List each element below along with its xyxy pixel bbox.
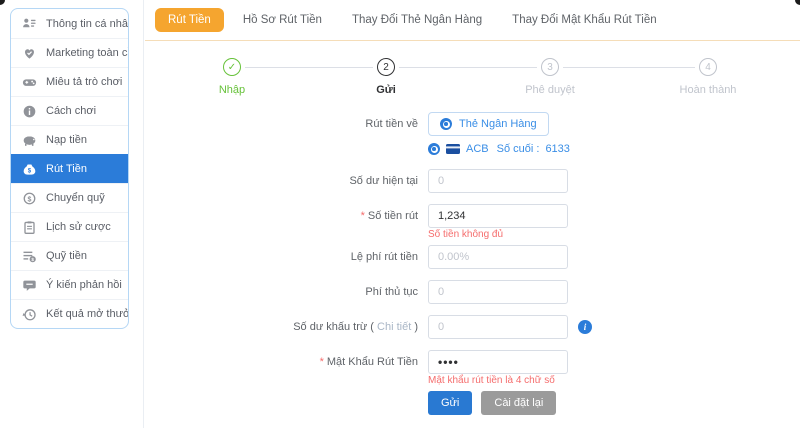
bank-name: ACB <box>466 143 489 155</box>
sidebar-item-withdraw[interactable]: $ Rút Tiền <box>11 154 128 183</box>
tab-change-withdraw-password[interactable]: Thay Đổi Mật Khẩu Rút Tiền <box>497 8 671 32</box>
sidebar-item-label: Lịch sử cược <box>46 221 111 233</box>
dollar-circle-icon: $ <box>22 191 37 206</box>
withdraw-fee-label: Lệ phí rút tiền <box>145 245 428 269</box>
money-bag-icon: $ <box>22 162 37 177</box>
withdraw-password-label: Mật Khẩu Rút Tiền <box>327 356 418 368</box>
sidebar-item-label: Ý kiến phản hồi <box>46 279 122 291</box>
withdraw-form: Rút tiền về Thẻ Ngân Hàng ACB Số cuối : … <box>145 112 800 415</box>
step-circle-input: ✓ <box>223 58 241 76</box>
step-circle-complete: 4 <box>699 58 717 76</box>
withdraw-password-input[interactable] <box>428 350 568 374</box>
current-balance-label: Số dư hiện tại <box>145 169 428 193</box>
sidebar-item-deposit[interactable]: Nạp tiền <box>11 125 128 154</box>
bank-card-icon <box>446 144 460 154</box>
required-mark: * <box>320 356 324 368</box>
radio-selected-icon <box>440 118 452 130</box>
step-label-approve: Phê duyệt <box>485 84 615 96</box>
info-circle-icon <box>22 104 37 119</box>
withdraw-amount-input[interactable] <box>428 204 568 228</box>
step-label-complete: Hoàn thành <box>643 84 773 96</box>
required-mark: * <box>361 210 365 222</box>
bank-last-digits-label: Số cuối : <box>497 143 540 155</box>
sidebar-item-label: Marketing toàn cầu <box>46 47 129 59</box>
sidebar-item-global-marketing[interactable]: Marketing toàn cầu <box>11 38 128 67</box>
main-content: Rút Tiền Hồ Sơ Rút Tiền Thay Đổi Thẻ Ngâ… <box>145 0 800 428</box>
sidebar-item-label: Cách chơi <box>46 105 96 117</box>
sidebar-item-game-description[interactable]: Miêu tả trò chơi <box>11 67 128 96</box>
submit-button[interactable]: Gửi <box>428 391 472 415</box>
step-label-input: Nhập <box>167 84 297 96</box>
sidebar-item-label: Thông tin cá nhân <box>46 18 129 30</box>
svg-text:$: $ <box>28 196 32 203</box>
step-connector <box>399 67 537 68</box>
withdraw-fee-row: Lệ phí rút tiền <box>145 245 800 269</box>
piggy-bank-icon <box>22 133 37 148</box>
deducted-balance-label-suffix: ) <box>414 321 418 333</box>
withdraw-to-row: Rút tiền về Thẻ Ngân Hàng <box>145 112 800 136</box>
step-circle-approve: 3 <box>541 58 559 76</box>
sidebar-item-bet-history[interactable]: Lịch sử cược <box>11 212 128 241</box>
sidebar-item-label: Kết quả mở thưởng <box>46 308 129 320</box>
detail-link[interactable]: Chi tiết <box>377 321 411 333</box>
form-actions: Gửi Cài đặt lại <box>428 391 800 415</box>
withdraw-amount-error: Số tiền không đủ <box>428 230 568 240</box>
tab-change-bank-card[interactable]: Thay Đổi Thẻ Ngân Hàng <box>337 8 497 32</box>
step-circle-send: 2 <box>377 58 395 76</box>
tab-bar: Rút Tiền Hồ Sơ Rút Tiền Thay Đổi Thẻ Ngâ… <box>145 0 800 41</box>
withdraw-to-label: Rút tiền về <box>145 112 428 136</box>
user-card-icon <box>22 16 37 31</box>
processing-fee-label: Phí thủ tục <box>145 280 428 304</box>
withdraw-fee-input[interactable] <box>428 245 568 269</box>
bank-card-option-label: Thẻ Ngân Hàng <box>459 118 537 130</box>
gamepad-icon <box>22 75 37 90</box>
tab-withdraw-records[interactable]: Hồ Sơ Rút Tiền <box>228 8 337 32</box>
sidebar-item-lottery-results[interactable]: Kết quả mở thưởng <box>11 299 128 328</box>
sidebar-item-money-fund[interactable]: $ Quỹ tiền <box>11 241 128 270</box>
step-connector <box>245 67 373 68</box>
current-balance-row: Số dư hiện tại <box>145 169 800 193</box>
withdraw-amount-row: *Số tiền rút Số tiền không đủ <box>145 204 800 240</box>
comment-icon <box>22 278 37 293</box>
sidebar-item-label: Chuyển quỹ <box>46 192 105 204</box>
sidebar-item-how-to-play[interactable]: Cách chơi <box>11 96 128 125</box>
sidebar-item-label: Nạp tiền <box>46 134 87 146</box>
bank-last-digits: 6133 <box>545 143 569 155</box>
window-corner-artifact <box>0 0 5 5</box>
selected-bank-row[interactable]: ACB Số cuối : 6133 <box>428 141 800 157</box>
withdraw-password-hint: Mật khẩu rút tiền là 4 chữ số <box>428 376 568 386</box>
tab-withdraw[interactable]: Rút Tiền <box>155 8 224 32</box>
sidebar-item-label: Miêu tả trò chơi <box>46 76 122 88</box>
processing-fee-input[interactable] <box>428 280 568 304</box>
svg-text:$: $ <box>31 257 34 262</box>
processing-fee-row: Phí thủ tục <box>145 280 800 304</box>
history-clock-icon <box>22 307 37 322</box>
deducted-balance-row: Số dư khấu trừ ( Chi tiết ) i <box>145 315 800 339</box>
step-connector <box>563 67 695 68</box>
step-label-send: Gửi <box>321 84 451 96</box>
withdraw-progress-stepper: ✓ 2 3 4 Nhập Gửi Phê duyệt Hoàn thành <box>145 58 800 104</box>
current-balance-input[interactable] <box>428 169 568 193</box>
ledger-dollar-icon: $ <box>22 249 37 264</box>
bank-card-option-button[interactable]: Thẻ Ngân Hàng <box>428 112 549 136</box>
radio-selected-icon <box>428 143 440 155</box>
sidebar-content-divider <box>143 0 144 428</box>
sidebar-item-label: Quỹ tiền <box>46 250 87 262</box>
reset-button[interactable]: Cài đặt lại <box>481 391 556 415</box>
deducted-balance-label: Số dư khấu trừ ( <box>293 321 374 333</box>
badge-heart-icon <box>22 46 37 61</box>
withdraw-password-row: *Mật Khẩu Rút Tiền Mật khẩu rút tiền là … <box>145 350 800 386</box>
sidebar: Thông tin cá nhân Marketing toàn cầu Miê… <box>10 8 129 329</box>
sidebar-item-feedback[interactable]: Ý kiến phản hồi <box>11 270 128 299</box>
sidebar-item-fund-transfer[interactable]: $ Chuyển quỹ <box>11 183 128 212</box>
clipboard-icon <box>22 220 37 235</box>
sidebar-item-label: Rút Tiền <box>46 163 87 175</box>
deducted-balance-input[interactable] <box>428 315 568 339</box>
info-icon[interactable]: i <box>578 320 592 334</box>
withdraw-amount-label: Số tiền rút <box>368 210 418 222</box>
sidebar-item-personal-info[interactable]: Thông tin cá nhân <box>11 9 128 38</box>
